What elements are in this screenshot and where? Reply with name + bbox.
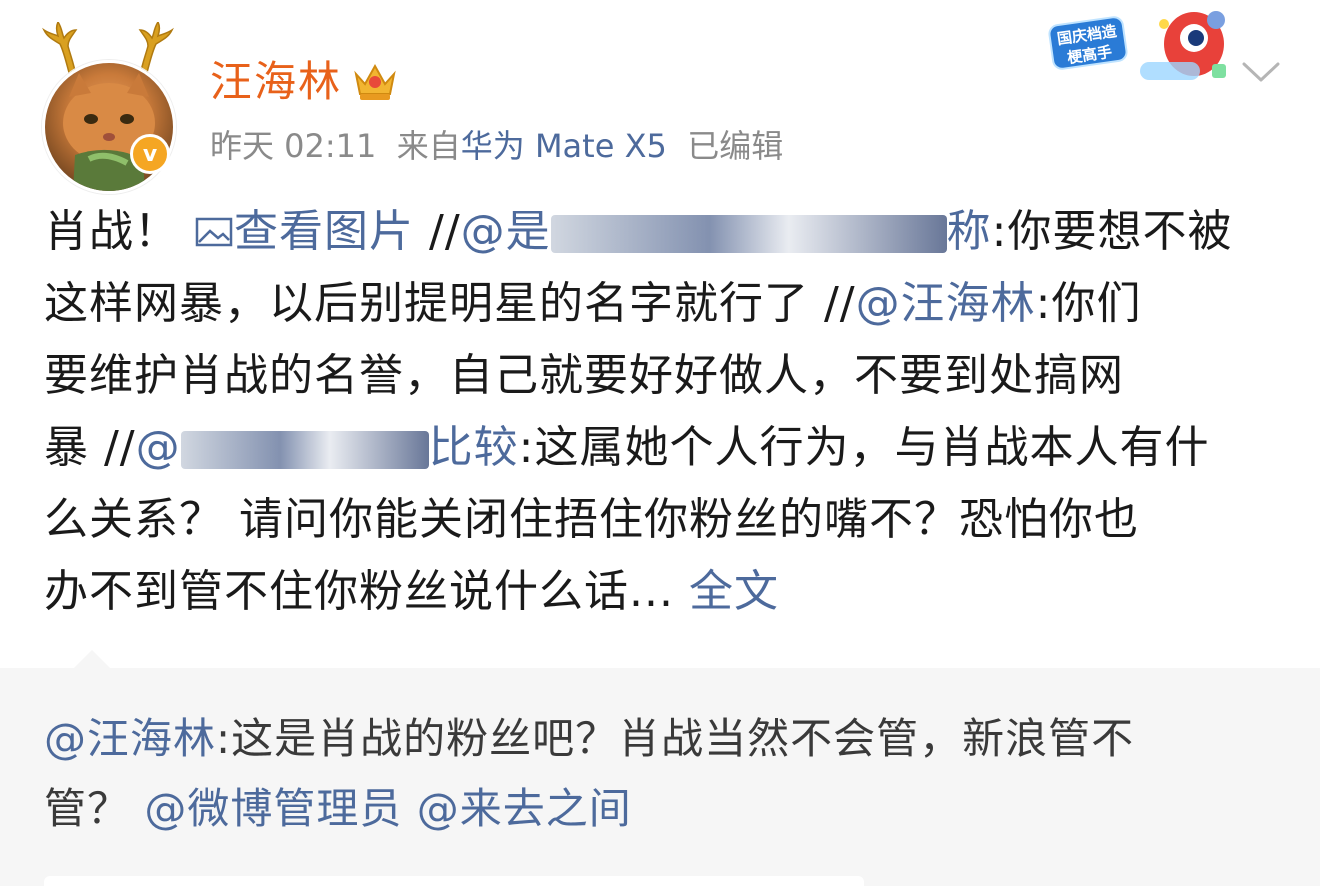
- crown-icon[interactable]: [352, 60, 398, 102]
- chevron-down-icon[interactable]: [1240, 56, 1282, 86]
- post-text: :你要想不被: [991, 206, 1233, 257]
- redacted-block: [180, 431, 429, 469]
- mention-link[interactable]: @微博管理员: [144, 784, 402, 833]
- device-source[interactable]: 华为 Mate X5: [461, 127, 667, 165]
- post-time: 昨天 02:11: [210, 127, 377, 165]
- source-prefix: 来自: [396, 127, 461, 165]
- post-text: 这样网暴，以后别提明星的名字就行了 //: [44, 278, 856, 329]
- repost-text: 管？: [44, 784, 145, 833]
- post-text: 要维护肖战的名誉，自己就要好好做人，不要到处搞网: [44, 350, 1124, 401]
- post-text: 肖战！: [44, 206, 194, 257]
- repost-body[interactable]: @汪海林:这是肖战的粉丝吧？肖战当然不会管，新浪管不 管？ @微博管理员 @来去…: [44, 704, 1280, 844]
- repost-text: :这是肖战的粉丝吧？肖战当然不会管，新浪管不: [216, 714, 1135, 763]
- post-text: 办不到管不住你粉丝说什么话...: [44, 566, 689, 617]
- avatar-container[interactable]: v: [38, 22, 176, 194]
- edited-label[interactable]: 已编辑: [687, 127, 783, 165]
- post-text: :你们: [1035, 278, 1142, 329]
- post-meta: 昨天 02:11 来自华为 Mate X5 已编辑: [210, 124, 783, 168]
- post-body: 肖战！ 查看图片 //@是 称:你要想不被 这样网暴，以后别提明星的名字就行了 /…: [44, 196, 1280, 628]
- post-text: //: [429, 206, 461, 257]
- post-text: 暴 //: [44, 422, 136, 473]
- mention-text[interactable]: 称: [947, 206, 992, 257]
- post-text: 么关系？ 请问你能关闭住捂住你粉丝的嘴不？恐怕你也: [44, 494, 1139, 545]
- repost-pointer: [72, 650, 112, 670]
- verified-badge-icon: v: [130, 134, 170, 174]
- mention-text[interactable]: @是: [461, 206, 551, 257]
- next-card-edge: [44, 876, 864, 886]
- full-text-link[interactable]: 全文: [689, 566, 779, 617]
- mention-link[interactable]: @来去之间: [417, 784, 632, 833]
- mention-text[interactable]: @: [136, 422, 181, 473]
- post-text: :这属她个人行为，与肖战本人有什: [518, 422, 1210, 473]
- mention-link[interactable]: @汪海林: [856, 278, 1036, 329]
- mention-link[interactable]: @ 比较: [136, 422, 519, 473]
- mention-text[interactable]: 比较: [429, 422, 519, 473]
- mention-link[interactable]: @是 称: [461, 206, 992, 257]
- mention-link[interactable]: @汪海林: [44, 714, 216, 763]
- view-image-link[interactable]: 查看图片: [194, 206, 429, 257]
- avatar[interactable]: [42, 60, 176, 194]
- username[interactable]: 汪海林: [210, 54, 342, 110]
- redacted-block: [550, 215, 947, 253]
- weibo-post-card: v 汪海林 昨天 02:11 来自华为 Mate X5 已编辑 国庆档造梗高手 …: [0, 0, 1320, 668]
- view-image-label[interactable]: 查看图片: [234, 206, 414, 257]
- image-icon: [195, 217, 233, 247]
